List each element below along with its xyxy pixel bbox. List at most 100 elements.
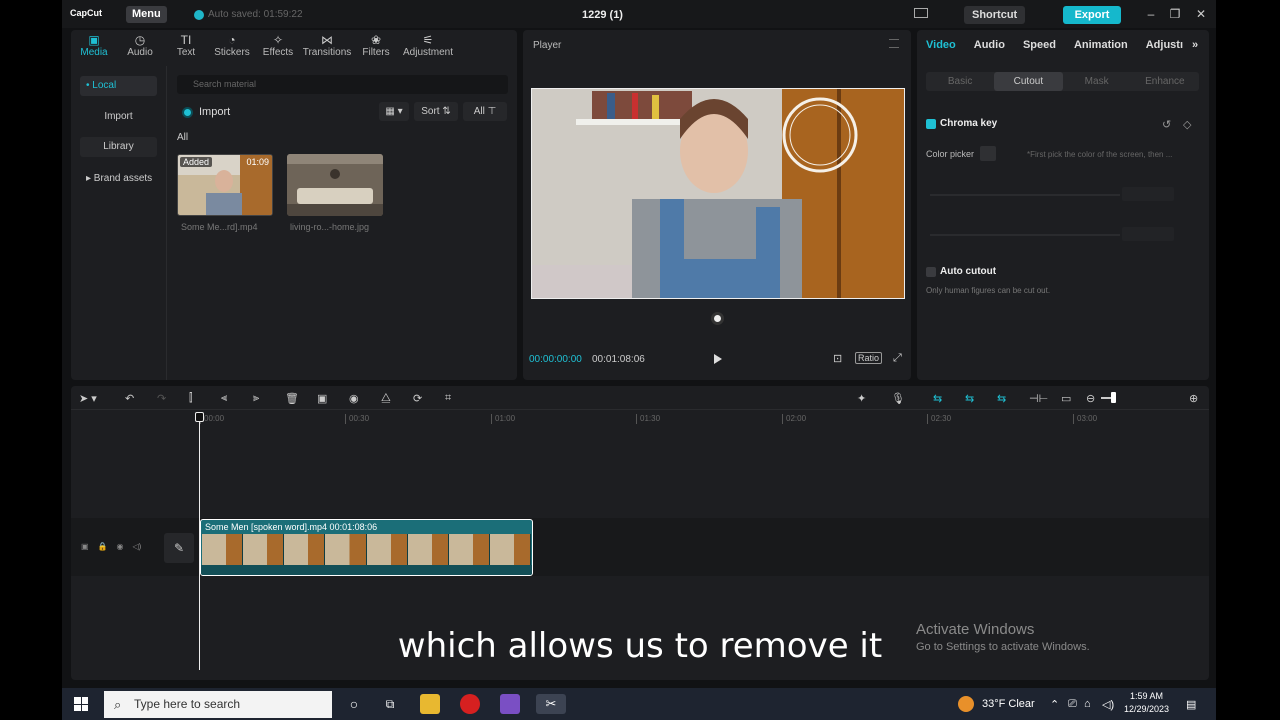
linkage-icon[interactable]: ⇆: [997, 392, 1006, 405]
layout-icon[interactable]: [914, 8, 928, 18]
zoom-slider-knob[interactable]: [1111, 392, 1116, 403]
caption-icon[interactable]: ▭: [1061, 392, 1071, 405]
speaker-icon[interactable]: ◁): [133, 542, 142, 551]
video-preview[interactable]: [531, 88, 905, 299]
tab-effects[interactable]: ✧ Effects: [255, 30, 301, 64]
weather-text[interactable]: 33°F Clear: [982, 698, 1035, 710]
eyedropper-icon[interactable]: [980, 146, 997, 161]
reverse-icon[interactable]: ◉: [349, 392, 359, 405]
delete-icon[interactable]: 🗑: [285, 392, 299, 405]
view-grid-button[interactable]: ▦ ▾: [379, 102, 409, 121]
weather-icon[interactable]: [958, 696, 974, 712]
split-left-icon[interactable]: ⫷: [221, 392, 227, 405]
shortcut-button[interactable]: Shortcut: [964, 6, 1026, 24]
fit-icon[interactable]: ⊡: [833, 352, 842, 365]
sort-button[interactable]: Sort ⇅: [414, 102, 458, 121]
link-main-track-icon[interactable]: ⇆: [933, 392, 942, 405]
preview-axis-icon[interactable]: ⊣⊢: [1029, 392, 1048, 405]
network-icon[interactable]: ⌂: [1084, 698, 1091, 710]
file-explorer-icon[interactable]: [420, 694, 440, 714]
sidebar-item-import[interactable]: Import: [80, 107, 157, 127]
tab-animation[interactable]: Animation: [1065, 30, 1137, 60]
device-icon[interactable]: ⎚: [1068, 698, 1077, 711]
video-editor-icon[interactable]: [500, 694, 520, 714]
tab-transitions[interactable]: ⋈ Transitions: [301, 30, 353, 64]
export-button[interactable]: Export: [1063, 6, 1121, 24]
clip-frame: [489, 534, 531, 565]
tab-speed[interactable]: Speed: [1014, 30, 1065, 60]
menu-icon[interactable]: [889, 39, 899, 48]
auto-cutout-toggle[interactable]: Auto cutout: [926, 266, 996, 277]
reset-icon[interactable]: ↺: [1162, 118, 1171, 131]
notification-icon[interactable]: ▤: [1186, 698, 1196, 711]
crop-icon[interactable]: ⌗: [445, 392, 451, 405]
menu-button[interactable]: Menu: [126, 6, 167, 23]
microphone-icon[interactable]: 🎙: [891, 392, 905, 405]
subtab-basic[interactable]: Basic: [926, 72, 994, 91]
zoom-fit-icon[interactable]: ⊕: [1189, 392, 1198, 405]
close-button[interactable]: ✕: [1194, 7, 1208, 21]
split-icon[interactable]: ⫿: [189, 392, 193, 405]
ratio-button[interactable]: Ratio: [855, 352, 883, 364]
tab-adjust[interactable]: Adjustı: [1137, 30, 1192, 60]
tray-chevron-icon[interactable]: ⌃: [1050, 698, 1059, 711]
keyframe-icon[interactable]: ◇: [1183, 118, 1191, 131]
play-icon[interactable]: [714, 354, 722, 364]
redo-icon[interactable]: ↷: [157, 392, 166, 405]
cortana-icon[interactable]: ○: [344, 694, 364, 714]
windows-start-icon[interactable]: [74, 697, 88, 711]
import-button[interactable]: Import: [182, 106, 230, 118]
split-right-icon[interactable]: ⫸: [253, 392, 259, 405]
tab-adjustment[interactable]: ⚟ Adjustment: [399, 30, 457, 64]
rotate-handle[interactable]: [711, 312, 724, 325]
sidebar-item-brand-assets[interactable]: ▸ Brand assets: [80, 169, 157, 189]
tab-text[interactable]: TI Text: [163, 30, 209, 64]
task-view-icon[interactable]: ⧉: [380, 694, 400, 714]
filter-button[interactable]: All ⊤: [463, 102, 507, 121]
more-tabs-icon[interactable]: »: [1192, 30, 1207, 60]
edit-cover-button[interactable]: ✎: [164, 533, 194, 563]
intensity-slider[interactable]: [926, 187, 1196, 201]
tab-audio-props[interactable]: Audio: [965, 30, 1014, 60]
taskbar-clock[interactable]: 1:59 AM 12/29/2023: [1124, 690, 1169, 716]
eye-icon[interactable]: ◉: [117, 542, 124, 551]
subtab-cutout[interactable]: Cutout: [994, 72, 1063, 91]
fullscreen-icon[interactable]: ⤢: [893, 352, 902, 365]
ai-icon[interactable]: ✦: [857, 392, 866, 405]
opera-icon[interactable]: [460, 694, 480, 714]
video-clip[interactable]: Some Men [spoken word].mp4 00:01:08:06: [200, 519, 533, 576]
undo-icon[interactable]: ↶: [125, 392, 134, 405]
tab-filters[interactable]: ❀ Filters: [353, 30, 399, 64]
chroma-key-toggle[interactable]: Chroma key: [926, 118, 997, 129]
freeze-icon[interactable]: ▣: [317, 392, 327, 405]
subtab-enhance[interactable]: Enhance: [1131, 72, 1199, 91]
chroma-key-label: Chroma key: [940, 118, 998, 129]
select-tool-icon[interactable]: ➤ ▾: [79, 392, 97, 405]
mirror-icon[interactable]: ⧋: [381, 392, 391, 405]
capcut-taskbar-icon[interactable]: ✂: [536, 694, 566, 714]
rotate-icon[interactable]: ⟳: [413, 392, 422, 405]
tab-stickers[interactable]: ◔ Stickers: [209, 30, 255, 64]
maximize-button[interactable]: ❐: [1168, 7, 1182, 21]
search-input[interactable]: Search material: [177, 75, 508, 94]
cover-icon[interactable]: ▣: [81, 542, 89, 551]
taskbar-search-input[interactable]: ⌕ Type here to search: [104, 691, 332, 718]
media-item-image[interactable]: [287, 154, 383, 216]
image-thumbnail: [287, 154, 383, 216]
playhead-handle[interactable]: [195, 412, 204, 422]
subtab-mask[interactable]: Mask: [1063, 72, 1131, 91]
magnet-icon[interactable]: ⇆: [965, 392, 974, 405]
tab-audio[interactable]: ◷ Audio: [117, 30, 163, 64]
tab-video[interactable]: Video: [917, 30, 965, 60]
tab-media[interactable]: ▣ Media: [71, 30, 117, 64]
minimize-button[interactable]: –: [1144, 7, 1158, 21]
lock-icon[interactable]: 🔒: [98, 542, 108, 551]
shadow-slider[interactable]: [926, 227, 1196, 241]
media-item-video[interactable]: Added 01:09: [177, 154, 273, 216]
effects-icon: ✧: [272, 33, 284, 47]
sidebar-item-library[interactable]: Library: [80, 137, 157, 157]
sidebar-item-local[interactable]: • Local: [80, 76, 157, 96]
volume-icon[interactable]: ◁): [1102, 698, 1114, 711]
sticker-icon: ◔: [228, 33, 236, 47]
zoom-out-icon[interactable]: ⊖: [1086, 392, 1095, 405]
